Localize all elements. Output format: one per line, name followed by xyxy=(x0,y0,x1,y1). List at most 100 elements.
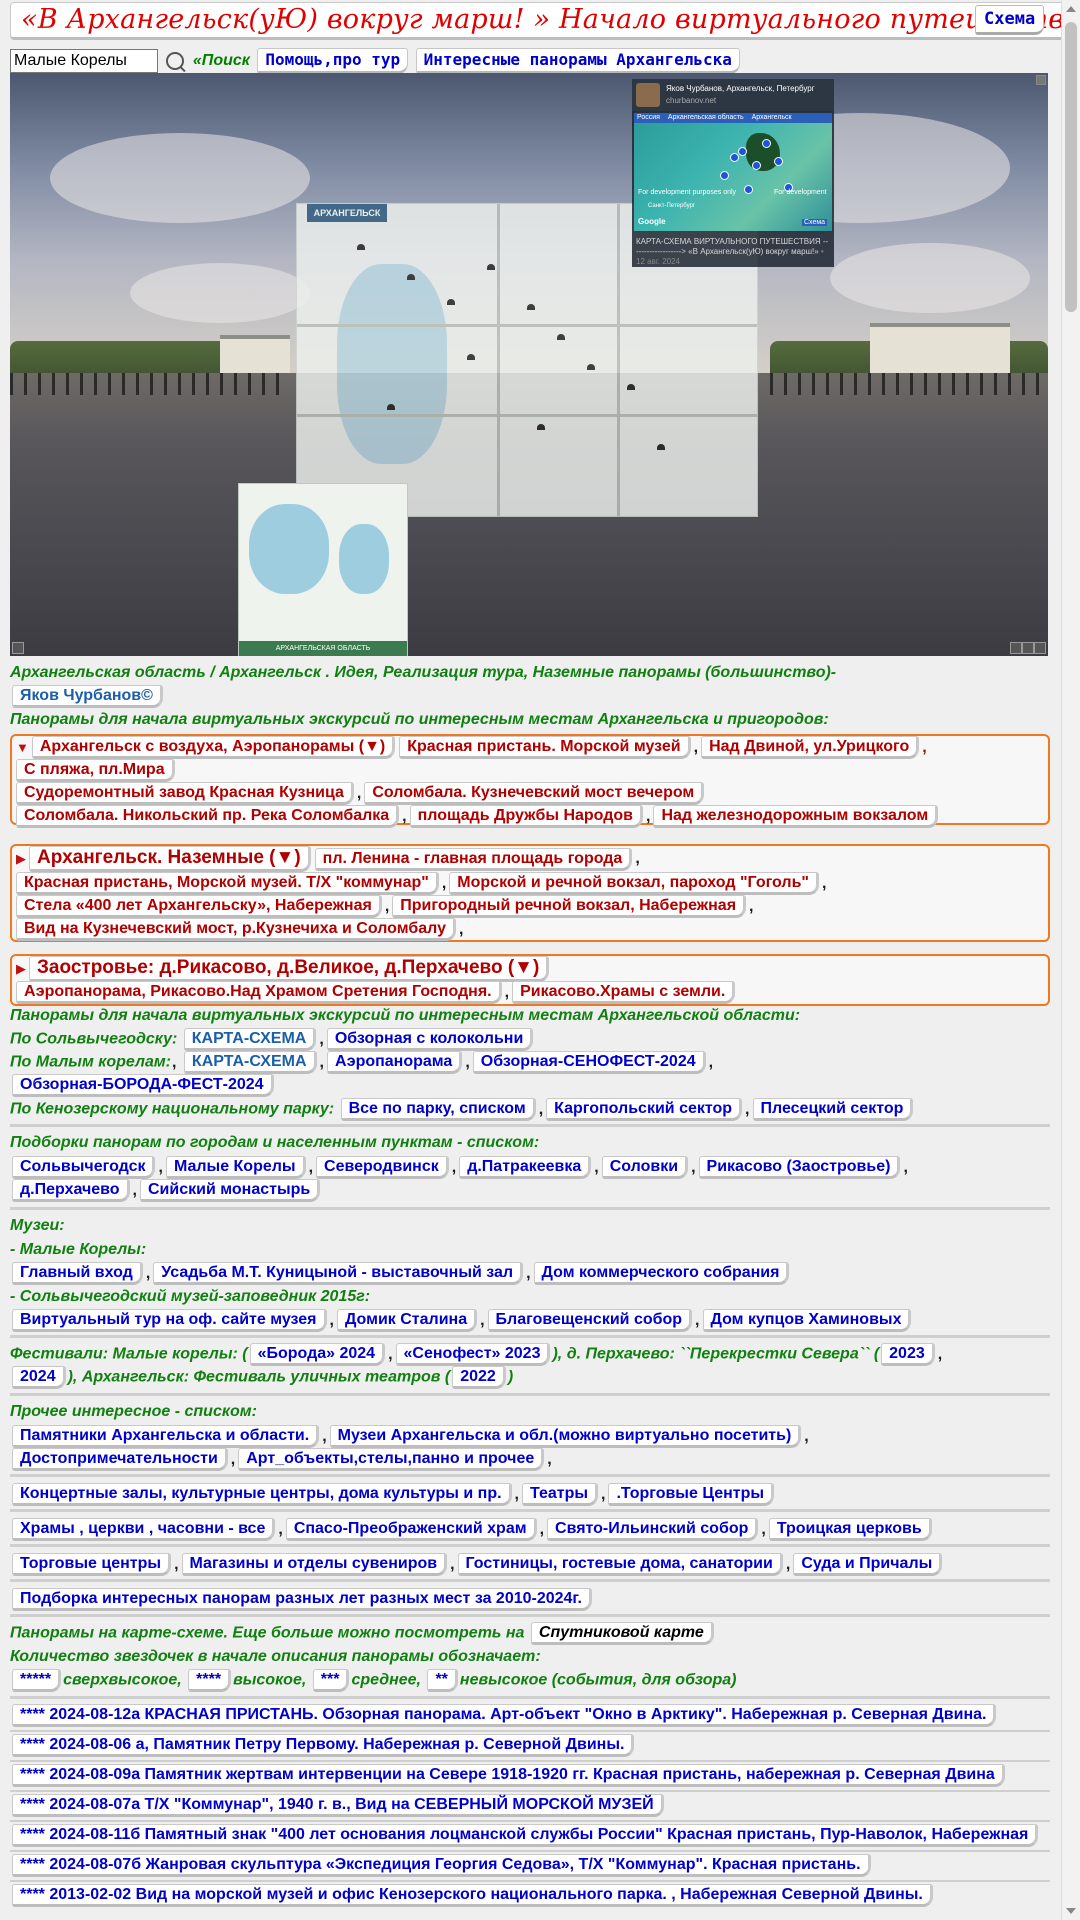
panorama-entry-link[interactable]: **** 2024-08-11б Памятный знак "400 лет … xyxy=(12,1824,1039,1847)
stars-3-tab[interactable]: *** xyxy=(312,1669,350,1692)
map-pin[interactable] xyxy=(407,274,415,280)
panorama-viewer[interactable]: АРХАНГЕЛЬСК АРХАНГЕЛЬСКАЯ ОБЛАСТЬ Яков Ч… xyxy=(10,73,1048,656)
panorama-link[interactable]: Аэропанорама, Рикасово.Над Храмом Сретен… xyxy=(16,981,502,1004)
mini-map-dot[interactable] xyxy=(730,153,739,162)
list-link[interactable]: Гостиницы, гостевые дома, санатории xyxy=(457,1553,783,1576)
panorama-link[interactable]: пл. Ленина - главная площадь города xyxy=(314,847,633,871)
map-pin[interactable] xyxy=(357,244,365,250)
panorama-link[interactable]: Соломбала. Кузнечевский мост вечером xyxy=(364,782,705,805)
city-link[interactable]: Рикасово (Заостровье) xyxy=(698,1156,901,1179)
mini-map-dot[interactable] xyxy=(720,171,729,180)
panorama-link[interactable]: Обзорная с колокольни xyxy=(326,1028,534,1051)
search-icon[interactable] xyxy=(166,52,185,70)
help-tab[interactable]: Помощь,про тур xyxy=(257,48,409,74)
city-link[interactable]: д.Перхачево xyxy=(12,1179,130,1202)
panorama-link[interactable]: Судоремонтный завод Красная Кузница xyxy=(16,782,354,805)
panorama-link[interactable]: Красная пристань. Морской музей xyxy=(399,736,691,759)
collapse-triangle-icon[interactable]: ▼ xyxy=(16,737,29,759)
panorama-entry-link[interactable]: **** 2024-08-06 а, Памятник Петру Первом… xyxy=(12,1734,635,1757)
scheme-link[interactable]: КАРТА-СХЕМА xyxy=(183,1028,317,1051)
expand-triangle-icon[interactable]: ▶ xyxy=(16,847,26,871)
scroll-up-arrow-icon[interactable] xyxy=(1066,6,1076,12)
map-pin[interactable] xyxy=(467,354,475,360)
list-link[interactable]: Музеи Архангельска и обл.(можно виртуаль… xyxy=(329,1425,802,1448)
museum-link[interactable]: Благовещенский собор xyxy=(487,1309,693,1332)
festival-link[interactable]: «Сенофест» 2023 xyxy=(395,1343,551,1366)
map-pin[interactable] xyxy=(447,299,455,305)
crumb[interactable]: Россия xyxy=(637,114,660,121)
panorama-link[interactable]: Рикасово.Храмы с земли. xyxy=(512,981,736,1004)
museum-link[interactable]: Виртуальный тур на оф. сайте музея xyxy=(12,1309,327,1332)
panorama-link[interactable]: Соломбала. Никольский пр. Река Соломбалк… xyxy=(16,805,400,828)
museum-link[interactable]: Главный вход xyxy=(12,1262,143,1285)
museum-link[interactable]: Усадьба М.Т. Куницыной - выставочный зал xyxy=(153,1262,524,1285)
map-pin[interactable] xyxy=(587,364,595,370)
stars-2-tab[interactable]: ** xyxy=(427,1669,458,1692)
satellite-map-tab[interactable]: Спутниковой карте xyxy=(530,1622,714,1645)
list-link[interactable]: Концертные залы, культурные центры, дома… xyxy=(12,1483,512,1506)
page-scrollbar[interactable] xyxy=(1061,0,1080,1920)
map-pin[interactable] xyxy=(657,444,665,450)
panorama-entry-link[interactable]: **** 2024-08-07а Т/Х "Коммунар", 1940 г.… xyxy=(12,1794,664,1817)
mini-map-scheme-button[interactable]: Схема xyxy=(802,219,828,226)
mini-map-dot[interactable] xyxy=(744,185,753,194)
city-link[interactable]: Северодвинск xyxy=(316,1156,449,1179)
interesting-panoramas-tab[interactable]: Интересные панорамы Архангельска xyxy=(415,48,740,74)
city-link[interactable]: Малые Корелы xyxy=(165,1156,306,1179)
mini-map-card[interactable]: Яков Чурбанов, Архангельск, Петербург ch… xyxy=(632,79,834,267)
list-link[interactable]: Суда и Причалы xyxy=(793,1553,943,1576)
panorama-link[interactable]: Все по парку, списком xyxy=(340,1098,536,1121)
mini-map-dot[interactable] xyxy=(738,147,747,156)
list-link[interactable]: Спасо-Преображенский храм xyxy=(285,1518,537,1541)
panorama-link[interactable]: Стела «400 лет Архангельску», Набережная xyxy=(16,895,382,918)
panorama-entry-link[interactable]: **** 2013-02-02 Вид на морской музей и о… xyxy=(12,1884,933,1907)
festival-link[interactable]: 2022 xyxy=(452,1366,506,1389)
list-link[interactable]: .Торговые Центры xyxy=(608,1483,775,1506)
list-link[interactable]: Торговые центры xyxy=(12,1553,172,1576)
prev-icon[interactable] xyxy=(1010,642,1022,654)
list-link[interactable]: Театры xyxy=(521,1483,599,1506)
crumb[interactable]: Архангельск xyxy=(752,114,792,121)
mini-map[interactable]: Россия Архангельская область Архангельск… xyxy=(634,113,832,231)
museum-link[interactable]: Дом купцов Хаминовых xyxy=(702,1309,912,1332)
crumb[interactable]: Архангельская область xyxy=(668,114,744,121)
scrollbar-thumb[interactable] xyxy=(1065,22,1077,312)
list-link[interactable]: Достопримечательности xyxy=(12,1448,228,1471)
map-pin[interactable] xyxy=(487,264,495,270)
map-pin[interactable] xyxy=(537,424,545,430)
panorama-link[interactable]: С пляжа, пл.Мира xyxy=(16,759,175,782)
panorama-link[interactable]: Плесецкий сектор xyxy=(752,1098,914,1121)
panorama-link[interactable]: Морской и речной вокзал, пароход "Гоголь… xyxy=(449,872,820,895)
group-title[interactable]: Архангельск. Наземные (▼) xyxy=(29,846,311,872)
stars-5-tab[interactable]: ***** xyxy=(12,1669,62,1692)
scroll-down-arrow-icon[interactable] xyxy=(1066,1908,1076,1914)
panorama-entry-link[interactable]: **** 2024-08-12а КРАСНАЯ ПРИСТАНЬ. Обзор… xyxy=(12,1704,997,1727)
festival-link[interactable]: 2024 xyxy=(12,1366,66,1389)
panorama-link[interactable]: Аэропанорама xyxy=(326,1051,463,1074)
museum-link[interactable]: Дом коммерческого собрания xyxy=(533,1262,790,1285)
city-link[interactable]: д.Патракеевка xyxy=(459,1156,592,1179)
city-link[interactable]: Соловки xyxy=(601,1156,689,1179)
title-tab[interactable]: «В Архангельск(уЮ) вокруг марш! » Начало… xyxy=(10,2,1062,40)
menu-icon[interactable] xyxy=(1034,642,1046,654)
close-icon[interactable] xyxy=(1036,75,1046,85)
map-pin[interactable] xyxy=(527,304,535,310)
list-link[interactable]: Троицкая церковь xyxy=(768,1518,932,1541)
panorama-link[interactable]: Обзорная-БОРОДА-ФЕСТ-2024 xyxy=(12,1074,274,1097)
list-link[interactable]: Свято-Ильинский собор xyxy=(547,1518,759,1541)
stars-4-tab[interactable]: **** xyxy=(188,1669,232,1692)
list-link[interactable]: Памятники Архангельска и области. xyxy=(12,1425,320,1448)
festival-link[interactable]: «Борода» 2024 xyxy=(249,1343,386,1366)
panorama-link[interactable]: Пригородный речной вокзал, Набережная xyxy=(392,895,747,918)
group-title[interactable]: Архангельск с воздуха, Аэропанорамы (▼) xyxy=(31,736,396,759)
panorama-link[interactable]: Над Двиной, ул.Урицкого xyxy=(701,736,920,759)
expand-triangle-icon[interactable]: ▶ xyxy=(16,957,26,981)
museum-link[interactable]: Домик Сталина xyxy=(336,1309,478,1332)
fullscreen-icon[interactable] xyxy=(12,642,24,654)
list-link[interactable]: Арт_объекты,стелы,панно и прочее xyxy=(238,1448,545,1471)
panorama-link[interactable]: Над железнодорожным вокзалом xyxy=(653,805,939,828)
city-link[interactable]: Сольвычегодск xyxy=(12,1156,156,1179)
panorama-entry-link[interactable]: **** 2024-08-09а Памятник жертвам интерв… xyxy=(12,1764,1005,1787)
city-link[interactable]: Сийский монастырь xyxy=(140,1179,321,1202)
map-pin[interactable] xyxy=(627,384,635,390)
